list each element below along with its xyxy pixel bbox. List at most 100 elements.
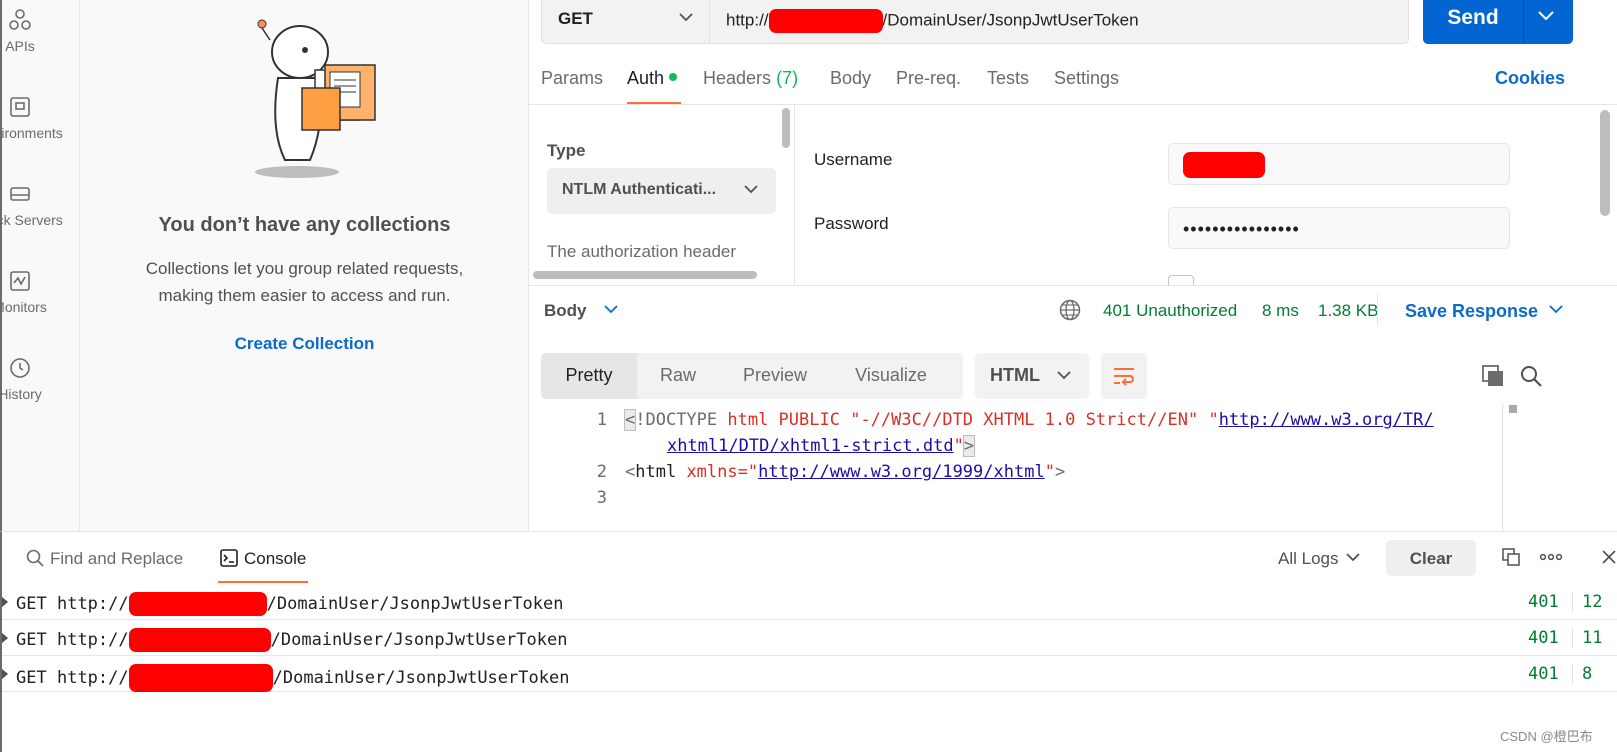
monitors-icon (10, 271, 30, 291)
log-status: 401 (1528, 592, 1559, 612)
log-time: 12 (1582, 592, 1603, 612)
log-request: GET http:///DomainUser/JsonpJwtUserToken (16, 664, 569, 692)
send-label: Send (1447, 6, 1499, 29)
nav-item-environments[interactable]: Environments (1, 95, 79, 141)
xmlns-link[interactable]: http://www.w3.org/1999/xhtml (758, 462, 1045, 482)
watermark: CSDN @橙巴布 (1500, 729, 1593, 744)
headers-count: (7) (776, 68, 799, 88)
cookies-link[interactable]: Cookies (1495, 68, 1565, 89)
vertical-scrollbar[interactable] (1600, 110, 1610, 216)
send-split-divider (1523, 0, 1524, 44)
nav-item-label: APIs (5, 38, 35, 54)
nav-item-label: Environments (1, 125, 63, 141)
auth-help-text: The authorization header (547, 242, 737, 261)
chevron-down-icon[interactable] (1549, 305, 1563, 314)
wrap-lines-button[interactable] (1101, 353, 1147, 399)
mock-servers-icon (10, 187, 30, 201)
username-label: Username (814, 150, 893, 169)
chevron-down-icon (1057, 371, 1071, 380)
url-input[interactable]: http:// /DomainUser/JsonpJwtUserToken (726, 9, 1139, 33)
dtd-link[interactable]: http://www.w3.org/TR/ (1219, 410, 1434, 430)
log-row[interactable]: GET http:///DomainUser/JsonpJwtUserToken… (2, 656, 1617, 692)
log-time: 11 (1582, 628, 1603, 648)
send-button[interactable]: Send (1423, 0, 1573, 44)
username-field[interactable] (1168, 143, 1510, 185)
nav-item-apis[interactable]: APIs (2, 8, 79, 54)
clear-button[interactable]: Clear (1386, 540, 1476, 576)
log-request: GET http:///DomainUser/JsonpJwtUserToken (16, 628, 568, 652)
code-line: <html xmlns="http://www.w3.org/1999/xhtm… (625, 462, 1066, 482)
nav-item-label: Monitors (2, 299, 47, 315)
empty-collections-title: You don’t have any collections (158, 214, 451, 236)
tab-headers[interactable]: Headers (7) (703, 68, 798, 89)
save-response-button[interactable]: Save Response (1405, 301, 1538, 322)
tab-params[interactable]: Params (541, 68, 603, 89)
history-icon (10, 358, 30, 378)
tab-prereq[interactable]: Pre-req. (896, 68, 961, 89)
wrap-lines-icon (1114, 368, 1134, 386)
chevron-down-icon (744, 185, 758, 194)
terminal-icon (220, 549, 238, 567)
response-time[interactable]: 8 ms (1262, 301, 1299, 321)
divider (1377, 294, 1378, 326)
close-icon[interactable] (1602, 548, 1616, 566)
response-size[interactable]: 1.38 KB (1318, 301, 1379, 321)
line-number: 2 (596, 462, 607, 482)
console-tab[interactable]: Console (220, 549, 306, 569)
vertical-scrollbar[interactable] (1509, 405, 1517, 413)
copy-icon[interactable] (1502, 548, 1520, 566)
chevron-down-icon (679, 13, 693, 22)
url-suffix: /DomainUser/JsonpJwtUserToken (882, 10, 1139, 30)
password-value: •••••••••••••••• (1183, 219, 1300, 239)
tab-settings[interactable]: Settings (1054, 68, 1119, 89)
copy-icon[interactable] (1481, 364, 1505, 388)
nav-item-history[interactable]: History (2, 356, 79, 402)
more-options-icon[interactable] (1539, 548, 1563, 566)
response-view-tabs: Pretty Raw Preview Visualize (541, 353, 963, 399)
tab-raw[interactable]: Raw (637, 353, 719, 399)
nav-item-monitors[interactable]: Monitors (2, 269, 79, 315)
format-value: HTML (990, 365, 1040, 385)
auth-type-select[interactable]: NTLM Authenticati... (547, 168, 776, 214)
vertical-scrollbar[interactable] (782, 108, 790, 148)
tab-pretty[interactable]: Pretty (541, 353, 637, 399)
nav-item-mock-servers[interactable]: Mock Servers (2, 182, 79, 228)
find-replace-tab[interactable]: Find and Replace (26, 549, 183, 569)
create-collection-link[interactable]: Create Collection (80, 334, 529, 354)
chevron-down-icon[interactable] (1538, 11, 1554, 21)
log-level-select[interactable]: All Logs (1278, 549, 1361, 569)
search-icon[interactable] (1519, 364, 1543, 388)
log-request: GET http:///DomainUser/JsonpJwtUserToken (16, 592, 564, 616)
dtd-link[interactable]: xhtml1/DTD/xhtml1-strict.dtd (667, 436, 954, 456)
find-replace-label: Find and Replace (50, 549, 184, 568)
format-select[interactable]: HTML (975, 353, 1089, 399)
password-field[interactable]: •••••••••••••••• (1168, 207, 1510, 249)
expand-arrow-icon[interactable] (2, 597, 8, 607)
expand-arrow-icon[interactable] (2, 633, 8, 643)
globe-icon[interactable] (1059, 299, 1081, 321)
tab-auth-label: Auth (627, 68, 665, 88)
expand-arrow-icon[interactable] (2, 669, 8, 679)
code-scroll-track (1502, 405, 1503, 531)
log-row[interactable]: GET http:///DomainUser/JsonpJwtUserToken… (2, 584, 1617, 620)
search-icon (26, 549, 44, 567)
method-select[interactable]: GET (542, 0, 710, 43)
tab-auth[interactable]: Auth (627, 68, 678, 89)
environments-icon (10, 97, 30, 117)
console-toolbar: Find and Replace Console All Logs Clear (2, 532, 1617, 584)
tab-preview[interactable]: Preview (719, 353, 831, 399)
auth-type-label: Type (547, 141, 586, 160)
log-row[interactable]: GET http:///DomainUser/JsonpJwtUserToken… (2, 620, 1617, 656)
tab-visualize[interactable]: Visualize (831, 353, 951, 399)
checkbox[interactable] (1168, 275, 1194, 285)
tab-tests[interactable]: Tests (987, 68, 1029, 89)
response-code-viewer[interactable]: 1 <!DOCTYPE html PUBLIC "-//W3C//DTD XHT… (529, 409, 1529, 531)
response-status[interactable]: 401 Unauthorized (1103, 301, 1237, 321)
horizontal-scrollbar[interactable] (533, 271, 757, 279)
line-number: 3 (596, 488, 607, 508)
request-panel: GET http:// /DomainUser/JsonpJwtUserToken… (529, 0, 1617, 531)
response-body-dropdown[interactable]: Body (544, 301, 587, 321)
chevron-down-icon[interactable] (604, 305, 618, 314)
tab-body[interactable]: Body (830, 68, 871, 89)
left-nav-rail: APIs Environments Mock Servers Monitors … (0, 0, 80, 531)
